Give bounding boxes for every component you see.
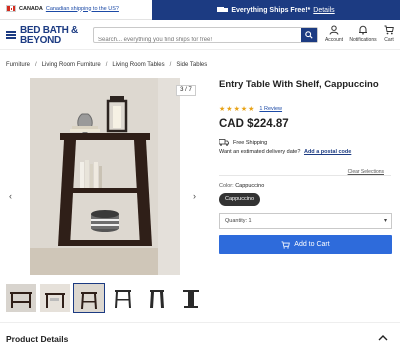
- chevron-up-icon[interactable]: [378, 333, 388, 343]
- add-postal-code-link[interactable]: Add a postal code: [304, 149, 351, 155]
- shipping-us-link[interactable]: Canadian shipping to the US?: [46, 6, 119, 12]
- breadcrumb-item[interactable]: Side Tables: [176, 62, 207, 68]
- star-icon: ★: [233, 106, 240, 113]
- rating-stars[interactable]: ★ ★ ★ ★ ★ 1 Review: [219, 105, 282, 113]
- breadcrumb-separator: /: [35, 62, 37, 68]
- star-icon: ★: [219, 106, 226, 113]
- color-value: Cappuccino: [235, 183, 265, 189]
- logo-line-2: BEYOND: [20, 34, 61, 46]
- site-logo[interactable]: BED BATH & BEYOND: [20, 26, 78, 45]
- thumbnail-strip: [6, 283, 206, 313]
- top-utility-bar: CANADA Canadian shipping to the US? Ever…: [0, 0, 400, 20]
- search-button[interactable]: [301, 28, 317, 42]
- free-shipping-label: Free Shipping: [233, 139, 268, 146]
- thumbnail-5[interactable]: [142, 284, 172, 312]
- promo-details-link[interactable]: Details: [313, 7, 334, 14]
- star-icon: ★: [248, 106, 255, 113]
- prev-image-arrow[interactable]: ‹: [9, 191, 12, 201]
- add-to-cart-label: Add to Cart: [294, 241, 330, 248]
- thumbnail-6[interactable]: [176, 284, 206, 312]
- thumbnail-4[interactable]: [108, 284, 138, 312]
- truck-icon: [217, 6, 228, 14]
- canada-flag-icon: [6, 5, 16, 12]
- star-icon: ★: [226, 106, 233, 113]
- notifications-label: Notifications: [349, 37, 377, 43]
- cart-icon: [281, 240, 291, 249]
- delivery-question: Want an estimated delivery date?: [219, 149, 301, 155]
- cart-icon: [384, 25, 394, 35]
- color-label: Color: Cappuccino: [219, 183, 264, 189]
- search-box: [93, 27, 318, 47]
- chevron-down-icon: ▾: [383, 218, 387, 224]
- country-selector[interactable]: CANADA Canadian shipping to the US?: [6, 5, 119, 12]
- search-icon: [305, 31, 313, 39]
- add-to-cart-button[interactable]: Add to Cart: [219, 235, 392, 254]
- color-swatch-cappuccino[interactable]: Cappuccino: [219, 193, 261, 206]
- breadcrumb-separator: /: [169, 62, 172, 68]
- account-button[interactable]: Account: [319, 25, 349, 43]
- delivery-estimate: Want an estimated delivery date? Add a p…: [219, 149, 351, 155]
- divider: [219, 175, 391, 176]
- product-details-heading[interactable]: Product Details: [6, 334, 68, 344]
- breadcrumb-item[interactable]: Living Room Tables: [112, 62, 164, 68]
- site-header: BED BATH & BEYOND Account Notifications …: [0, 20, 400, 50]
- image-counter: 3 / 7: [176, 85, 196, 96]
- breadcrumb: Furniture / Living Room Furniture / Livi…: [6, 62, 207, 68]
- product-main-image[interactable]: [30, 78, 180, 275]
- bell-icon: [359, 25, 367, 35]
- next-image-arrow[interactable]: ›: [193, 191, 196, 201]
- product-photo: [30, 78, 180, 275]
- cart-button[interactable]: Cart: [374, 25, 400, 43]
- promo-banner: Everything Ships Free!* Details: [152, 0, 400, 20]
- search-input[interactable]: [94, 33, 299, 47]
- thumbnail-2[interactable]: [40, 284, 70, 312]
- truck-icon: [219, 139, 229, 146]
- quantity-label: Quantity:: [225, 218, 248, 224]
- quantity-select[interactable]: Quantity: 1 ▾: [219, 213, 392, 229]
- thumbnail-1[interactable]: [6, 284, 36, 312]
- promo-text: Everything Ships Free!*: [231, 6, 311, 14]
- thumbnail-3[interactable]: [73, 283, 105, 313]
- reviews-link[interactable]: 1 Review: [259, 106, 282, 112]
- menu-icon[interactable]: [6, 31, 16, 39]
- breadcrumb-item[interactable]: Living Room Furniture: [42, 62, 101, 68]
- divider: [0, 322, 400, 323]
- account-icon: [329, 25, 339, 35]
- account-label: Account: [324, 37, 344, 43]
- star-icon: ★: [240, 106, 248, 113]
- free-shipping-row: Free Shipping: [219, 139, 267, 146]
- product-price: CAD $224.87: [219, 118, 289, 130]
- breadcrumb-separator: /: [105, 62, 108, 68]
- color-label-key: Color:: [219, 183, 234, 189]
- country-label: CANADA: [19, 5, 43, 12]
- quantity-value: 1: [248, 218, 252, 224]
- breadcrumb-item[interactable]: Furniture: [6, 62, 30, 68]
- product-title: Entry Table With Shelf, Cappuccino: [219, 79, 379, 90]
- cart-label: Cart: [384, 37, 394, 43]
